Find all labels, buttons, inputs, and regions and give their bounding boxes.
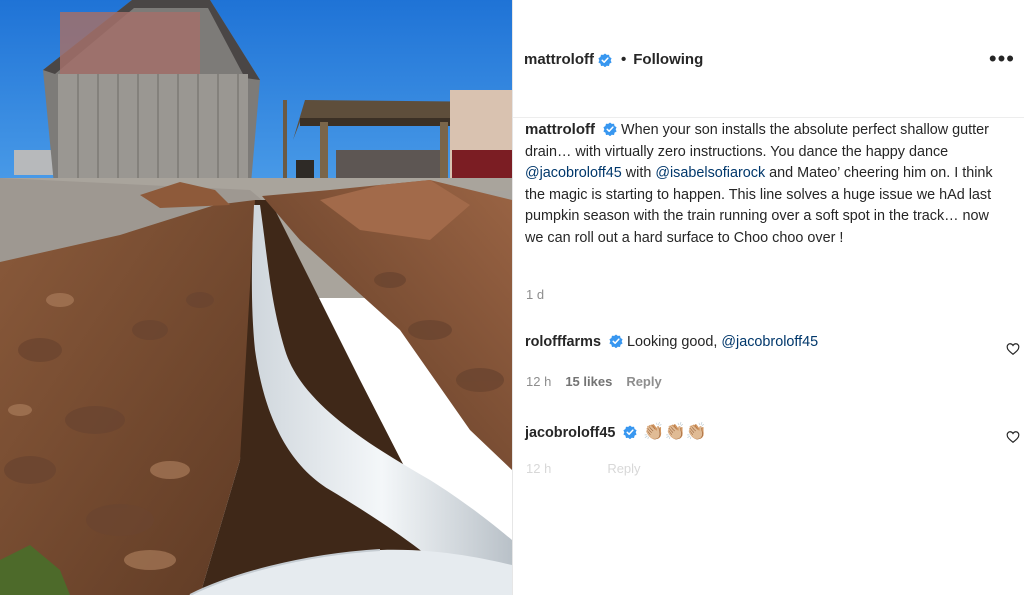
comment-timestamp[interactable]: 12 h <box>526 461 551 476</box>
comment-author-username[interactable]: jacobroloff45 <box>525 425 615 441</box>
following-button[interactable]: Following <box>633 51 703 68</box>
verified-badge-icon <box>623 425 637 439</box>
post-header: mattroloff • Following ••• <box>513 0 1024 118</box>
comment-item: rolofffarms Looking good, @jacobroloff45 <box>525 334 1015 350</box>
verified-badge-icon <box>609 334 623 348</box>
comment-meta-faded: 12 h Reply <box>526 461 641 476</box>
comment-meta: 12 h 15 likes Reply <box>526 374 662 389</box>
post-header-row: mattroloff • Following <box>524 51 703 68</box>
caption-mention-link[interactable]: @isabelsofiarock <box>655 165 765 181</box>
caption-text: When your son installs the absolute perf… <box>525 122 989 160</box>
post-panel: mattroloff • Following ••• mattroloff Wh… <box>512 0 1024 595</box>
comment-item: jacobroloff45 👏🏼👏🏼👏🏼 <box>525 422 1015 442</box>
comment-author-username[interactable]: rolofffarms <box>525 334 601 350</box>
post-caption: mattroloff When your son installs the ab… <box>525 119 1003 249</box>
photo-drain-trench <box>0 0 512 595</box>
comment-mention-link[interactable]: @jacobroloff45 <box>721 334 818 350</box>
post-photo[interactable] <box>0 0 512 595</box>
header-separator: • <box>621 51 627 68</box>
verified-badge-icon <box>603 122 617 136</box>
reply-button[interactable]: Reply <box>626 374 661 389</box>
post-author-username[interactable]: mattroloff <box>524 51 594 68</box>
like-heart-icon[interactable] <box>1006 430 1020 444</box>
comment-text: Looking good, <box>626 334 722 350</box>
verified-badge-icon <box>598 52 612 67</box>
like-heart-icon[interactable] <box>1006 342 1020 356</box>
reply-button[interactable]: Reply <box>607 461 640 476</box>
comment-likes-count[interactable]: 15 likes <box>565 374 612 389</box>
clapping-hands-emoji: 👏🏼👏🏼👏🏼 <box>643 422 707 441</box>
comment-timestamp[interactable]: 12 h <box>526 374 551 389</box>
post-timestamp[interactable]: 1 d <box>526 287 544 302</box>
caption-text: with <box>621 165 656 181</box>
caption-mention-link[interactable]: @jacobroloff45 <box>525 165 622 181</box>
more-options-icon[interactable]: ••• <box>989 48 1015 70</box>
caption-author-username[interactable]: mattroloff <box>525 121 595 138</box>
